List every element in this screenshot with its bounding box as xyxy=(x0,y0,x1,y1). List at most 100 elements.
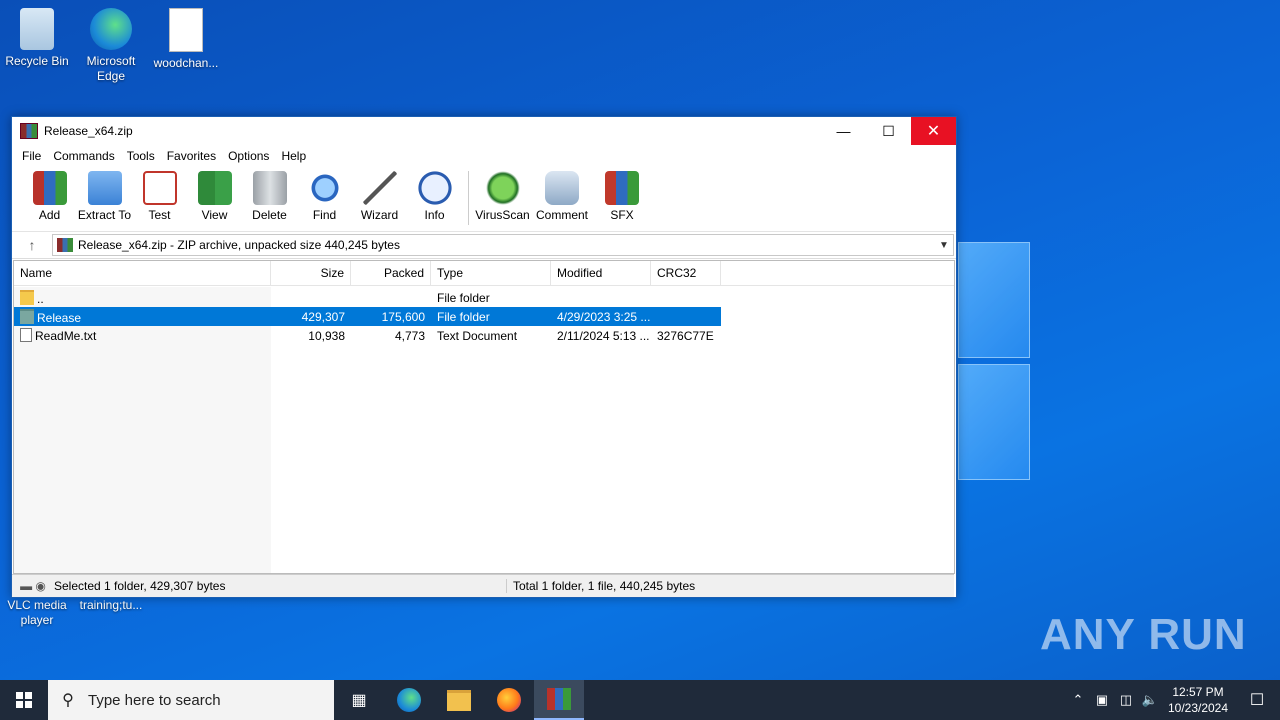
system-tray: ⌃ ▣ ◫ 🔈 12:57 PM 10/23/2024 ☐ xyxy=(1066,680,1280,720)
winrar-icon xyxy=(547,688,571,710)
edge-icon xyxy=(90,8,132,50)
desktop-icon-training[interactable]: training;tu... xyxy=(74,598,148,613)
file-explorer-icon xyxy=(447,689,471,711)
table-row[interactable]: .. File folder xyxy=(14,288,954,307)
menu-tools[interactable]: Tools xyxy=(121,149,161,163)
taskbar-file-explorer[interactable] xyxy=(434,680,484,720)
desktop-icon-woodchan[interactable]: woodchan... xyxy=(149,8,223,71)
firefox-icon xyxy=(497,688,521,712)
file-name: .. xyxy=(37,291,44,306)
desktop-icon-vlc[interactable]: VLC media player xyxy=(0,598,74,628)
find-button[interactable]: Find xyxy=(297,167,352,222)
test-button[interactable]: Test xyxy=(132,167,187,222)
desktop-icon-label: VLC media player xyxy=(7,598,67,627)
notification-icon[interactable]: ☐ xyxy=(1234,690,1280,710)
file-name: ReadMe.txt xyxy=(35,329,97,343)
wizard-button[interactable]: Wizard xyxy=(352,167,407,222)
trash-icon xyxy=(252,171,287,205)
clock[interactable]: 12:57 PM 10/23/2024 xyxy=(1162,684,1234,716)
column-crc32[interactable]: CRC32 xyxy=(651,261,721,285)
book-icon xyxy=(197,171,232,205)
volume-icon[interactable]: 🔈 xyxy=(1138,692,1162,708)
address-bar: ↑ Release_x64.zip - ZIP archive, unpacke… xyxy=(12,232,956,259)
anyrun-watermark: ANY RUN xyxy=(1040,610,1247,659)
file-type: Text Document xyxy=(437,328,518,343)
clock-date: 10/23/2024 xyxy=(1167,701,1229,715)
image-file-icon xyxy=(169,8,203,52)
toolbar: Add Extract To Test View Delete Find Wiz… xyxy=(12,167,956,232)
network-icon[interactable]: ◫ xyxy=(1114,692,1138,708)
desktop-icon-edge[interactable]: Microsoft Edge xyxy=(74,8,148,84)
file-packed: 175,600 xyxy=(381,309,425,324)
column-packed[interactable]: Packed xyxy=(351,261,431,285)
desktop-icon-label: Microsoft Edge xyxy=(86,54,136,83)
start-button[interactable] xyxy=(0,680,48,720)
view-button[interactable]: View xyxy=(187,167,242,222)
column-type[interactable]: Type xyxy=(431,261,551,285)
sfx-archive-icon xyxy=(605,171,639,205)
file-crc: 3276C77E xyxy=(657,328,714,343)
folder-icon xyxy=(20,308,34,324)
chevron-down-icon[interactable]: ▼ xyxy=(935,240,953,251)
chevron-up-icon[interactable]: ⌃ xyxy=(1066,692,1090,708)
title-bar[interactable]: Release_x64.zip — ☐ ✕ xyxy=(12,117,956,145)
close-button[interactable]: ✕ xyxy=(911,117,956,145)
file-size: 429,307 xyxy=(301,309,345,324)
file-name: Release xyxy=(37,310,82,325)
maximize-button[interactable]: ☐ xyxy=(866,117,911,145)
table-row-selected[interactable]: Release 429,307 175,600 File folder 4/29… xyxy=(14,307,721,326)
virusscan-button[interactable]: VirusScan xyxy=(475,167,530,222)
taskbar-search[interactable]: ⚲ Type here to search xyxy=(48,680,334,720)
comment-icon xyxy=(545,171,579,205)
taskbar-firefox[interactable] xyxy=(484,680,534,720)
menu-options[interactable]: Options xyxy=(222,149,275,163)
folder-icon xyxy=(20,289,34,305)
winrar-window: Release_x64.zip — ☐ ✕ File Commands Tool… xyxy=(11,116,957,598)
test-checklist-icon xyxy=(142,171,177,205)
taskbar-edge[interactable] xyxy=(384,680,434,720)
desktop-icon-label: woodchan... xyxy=(153,56,219,70)
column-size[interactable]: Size xyxy=(271,261,351,285)
minimize-button[interactable]: — xyxy=(821,117,866,145)
menu-file[interactable]: File xyxy=(16,149,47,163)
address-field[interactable]: Release_x64.zip - ZIP archive, unpacked … xyxy=(52,234,954,256)
recycle-bin-icon xyxy=(20,8,54,50)
zip-archive-icon xyxy=(57,238,73,252)
address-text: Release_x64.zip - ZIP archive, unpacked … xyxy=(78,238,400,252)
info-button[interactable]: Info xyxy=(407,167,462,222)
comment-button[interactable]: Comment xyxy=(530,167,594,222)
clock-time: 12:57 PM xyxy=(1172,685,1224,699)
menu-help[interactable]: Help xyxy=(275,149,312,163)
add-button[interactable]: Add xyxy=(22,167,77,222)
file-list[interactable]: Name Size Packed Type Modified CRC32 .. … xyxy=(13,260,955,574)
status-total: Total 1 folder, 1 file, 440,245 bytes xyxy=(506,579,954,593)
task-view-icon: ▦ xyxy=(351,692,367,709)
taskbar: ⚲ Type here to search ▦ ⌃ ▣ ◫ 🔈 12:57 PM… xyxy=(0,680,1280,720)
status-bar: ▬ ◉ Selected 1 folder, 429,307 bytes Tot… xyxy=(12,574,954,597)
extract-to-button[interactable]: Extract To xyxy=(77,167,132,222)
desktop-icon-label: training;tu... xyxy=(79,598,143,612)
menu-commands[interactable]: Commands xyxy=(47,149,120,163)
column-name[interactable]: Name xyxy=(14,261,271,285)
text-document-icon xyxy=(20,328,32,342)
up-arrow-icon[interactable]: ↑ xyxy=(12,237,52,253)
task-view-button[interactable]: ▦ xyxy=(334,680,384,720)
add-icon xyxy=(32,171,67,205)
search-icon: ⚲ xyxy=(62,692,74,709)
drive-icon[interactable]: ▬ ◉ xyxy=(12,579,54,593)
sfx-button[interactable]: SFX xyxy=(594,167,650,222)
delete-button[interactable]: Delete xyxy=(242,167,297,222)
table-row[interactable]: ReadMe.txt 10,938 4,773 Text Document 2/… xyxy=(14,326,954,345)
desktop-icon-recycle-bin[interactable]: Recycle Bin xyxy=(0,8,74,69)
bug-scan-icon xyxy=(485,171,520,205)
magic-wand-icon xyxy=(362,171,397,205)
windows-logo-light xyxy=(900,230,1280,490)
magnifier-icon xyxy=(307,171,342,205)
file-type: File folder xyxy=(437,309,490,324)
menu-favorites[interactable]: Favorites xyxy=(161,149,222,163)
column-modified[interactable]: Modified xyxy=(551,261,651,285)
network-device-icon[interactable]: ▣ xyxy=(1090,692,1114,708)
taskbar-winrar[interactable] xyxy=(534,680,584,720)
windows-logo-icon xyxy=(16,692,32,708)
folder-extract-icon xyxy=(87,171,122,205)
